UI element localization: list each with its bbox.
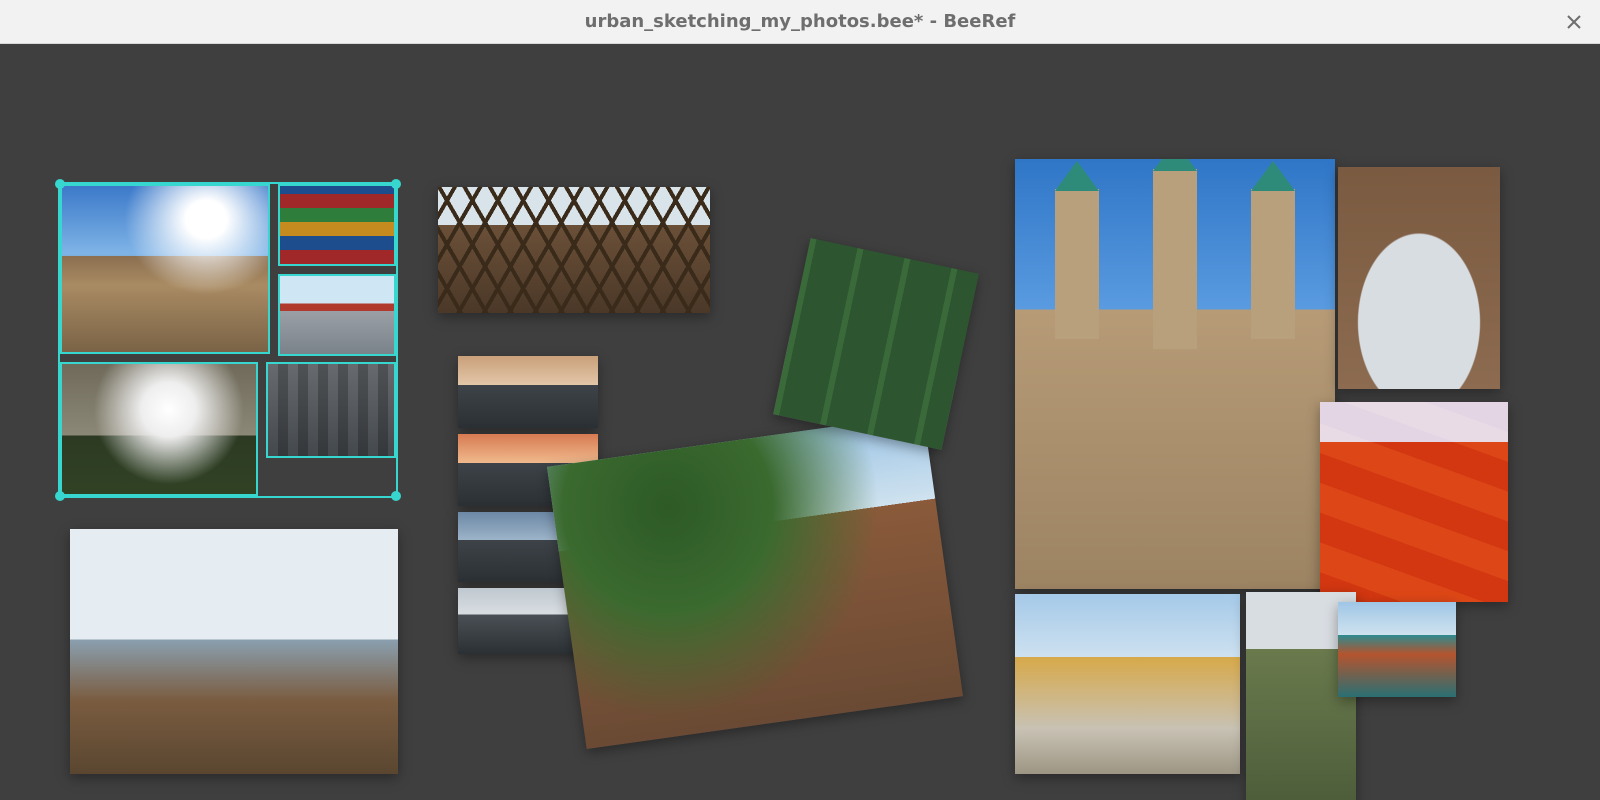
close-button[interactable] xyxy=(1562,10,1586,34)
titlebar[interactable]: urban_sketching_my_photos.bee* - BeeRef xyxy=(0,0,1600,44)
image-cathedral[interactable] xyxy=(1015,159,1335,589)
close-icon xyxy=(1567,15,1581,29)
image-arch-gate[interactable] xyxy=(1338,167,1500,389)
image-industry-1[interactable] xyxy=(458,356,598,428)
image-castle-river[interactable] xyxy=(1338,602,1456,697)
canvas[interactable] xyxy=(0,44,1600,800)
image-roofs[interactable] xyxy=(1320,402,1508,602)
image-riverside[interactable] xyxy=(70,529,398,774)
resize-handle-tr[interactable] xyxy=(391,179,401,189)
image-overpass[interactable] xyxy=(773,238,979,450)
selection-outline[interactable] xyxy=(58,182,398,498)
image-town-square[interactable] xyxy=(1015,594,1240,774)
resize-handle-br[interactable] xyxy=(391,491,401,501)
image-bridge-truss[interactable] xyxy=(438,187,710,313)
window-title: urban_sketching_my_photos.bee* - BeeRef xyxy=(585,11,1016,32)
resize-handle-tl[interactable] xyxy=(55,179,65,189)
resize-handle-bl[interactable] xyxy=(55,491,65,501)
image-tree-street[interactable] xyxy=(547,414,963,749)
